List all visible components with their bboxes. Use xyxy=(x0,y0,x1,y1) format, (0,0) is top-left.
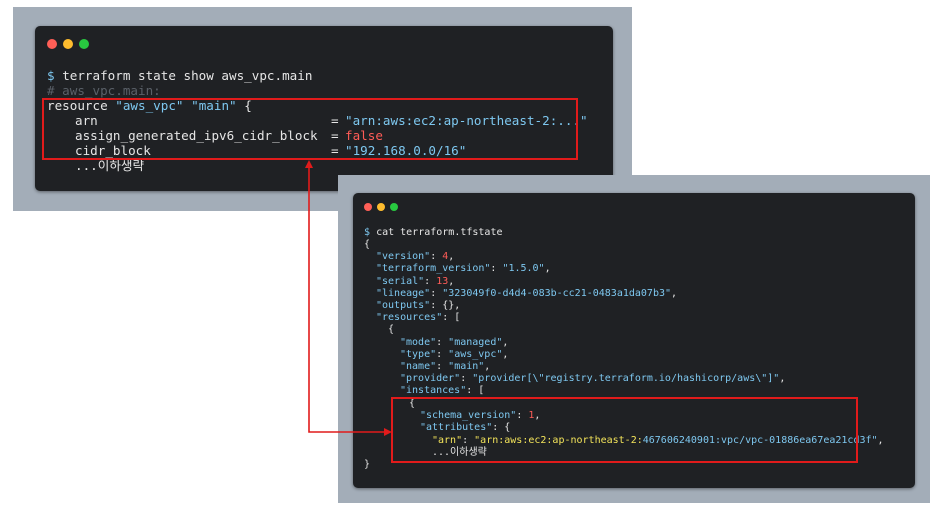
connector-arrow xyxy=(305,160,392,436)
arrow-head-up xyxy=(305,160,313,168)
arrow-head-right xyxy=(384,428,392,436)
connector-line xyxy=(308,166,388,433)
